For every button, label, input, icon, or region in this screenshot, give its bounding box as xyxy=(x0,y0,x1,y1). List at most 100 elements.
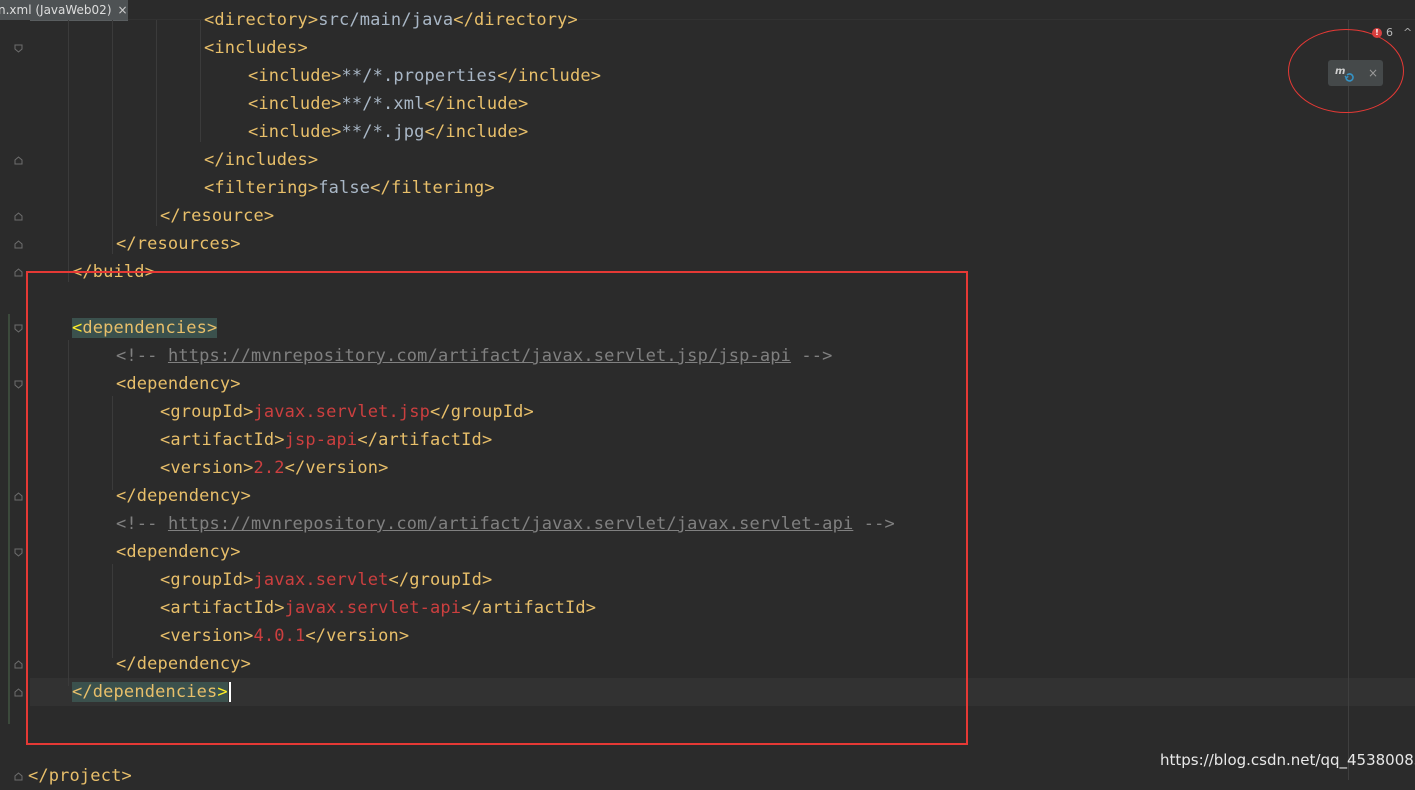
right-margin-guide xyxy=(1348,20,1349,780)
maven-load-changes-widget[interactable]: m × xyxy=(1328,60,1383,86)
xml-value: 4.0.1 xyxy=(253,626,306,646)
fold-marker-icon[interactable] xyxy=(14,44,23,53)
xml-tag: <artifactId> xyxy=(160,598,285,618)
xml-tag: </include> xyxy=(497,66,602,86)
chevron-up-icon[interactable]: ^ xyxy=(1403,26,1412,39)
xml-comment: --> xyxy=(853,514,895,534)
maven-reload-icon[interactable]: m xyxy=(1334,64,1354,82)
xml-tag: </artifactId> xyxy=(461,598,597,618)
code-line: <includes> xyxy=(204,34,308,62)
tab-title: n.xml (JavaWeb02) xyxy=(0,3,112,17)
comment-link[interactable]: https://mvnrepository.com/artifact/javax… xyxy=(168,346,791,366)
code-line: </includes> xyxy=(204,146,318,174)
xml-tag: </resource> xyxy=(160,206,275,226)
indent-guide xyxy=(112,20,113,254)
xml-tag: </includes> xyxy=(204,150,319,170)
xml-tag: </version> xyxy=(284,458,389,478)
xml-tag: </groupId> xyxy=(430,402,534,422)
code-line: <groupId>javax.servlet.jsp</groupId> xyxy=(160,398,534,426)
xml-comment: --> xyxy=(791,346,833,366)
current-line-highlight xyxy=(30,678,1415,706)
indent-guide xyxy=(200,20,201,142)
code-line: <include>**/*.jpg</include> xyxy=(248,118,528,146)
xml-tag: </build> xyxy=(72,262,156,282)
xml-text: **/*.xml xyxy=(341,94,425,114)
editor-tab-pom-xml[interactable]: n.xml (JavaWeb02) × xyxy=(0,0,128,21)
xml-tag: </include> xyxy=(424,94,529,114)
xml-comment: <!-- xyxy=(116,514,168,534)
fold-marker-icon[interactable] xyxy=(14,156,23,165)
xml-tag: <filtering> xyxy=(204,178,319,198)
xml-value: javax.servlet xyxy=(253,570,389,590)
code-line: <include>**/*.xml</include> xyxy=(248,90,528,118)
xml-text: false xyxy=(318,178,371,198)
xml-text: src/main/java xyxy=(318,10,454,30)
code-line: <artifactId>jsp-api</artifactId> xyxy=(160,426,492,454)
xml-tag: <dependency> xyxy=(116,374,241,394)
code-line: <dependency> xyxy=(116,538,241,566)
fold-marker-icon[interactable] xyxy=(14,380,23,389)
fold-marker-icon[interactable] xyxy=(14,548,23,557)
xml-text: **/*.jpg xyxy=(341,122,425,142)
text-caret xyxy=(228,682,231,702)
tab-close-icon[interactable]: × xyxy=(118,3,128,17)
xml-tag: </include> xyxy=(424,122,529,142)
indent-guide xyxy=(68,340,69,686)
indent-guide xyxy=(112,564,113,658)
fold-marker-icon[interactable] xyxy=(14,660,23,669)
indent-guide xyxy=(156,20,157,226)
xml-tag: <include> xyxy=(248,122,342,142)
matched-bracket: < xyxy=(72,318,83,338)
code-line: <!-- https://mvnrepository.com/artifact/… xyxy=(116,510,895,538)
code-line: </dependencies> xyxy=(72,678,231,706)
xml-tag: </dependency> xyxy=(116,654,252,674)
code-line: </build> xyxy=(72,258,155,286)
code-line: <version>2.2</version> xyxy=(160,454,388,482)
xml-tag: <artifactId> xyxy=(160,430,285,450)
xml-tag: </version> xyxy=(305,626,410,646)
code-line: <groupId>javax.servlet</groupId> xyxy=(160,566,492,594)
xml-tag: </artifactId> xyxy=(357,430,493,450)
xml-tag: <groupId> xyxy=(160,570,254,590)
xml-value: javax.servlet.jsp xyxy=(253,402,431,422)
xml-tag: </filtering> xyxy=(370,178,495,198)
xml-value: 2.2 xyxy=(253,458,285,478)
xml-tag: dependencies xyxy=(92,682,218,702)
comment-link[interactable]: https://mvnrepository.com/artifact/javax… xyxy=(168,514,853,534)
close-icon[interactable]: × xyxy=(1368,66,1378,80)
code-line: <version>4.0.1</version> xyxy=(160,622,409,650)
code-line: <directory>src/main/java</directory> xyxy=(204,6,578,34)
xml-tag: </project> xyxy=(28,766,132,786)
xml-tag: <include> xyxy=(248,94,342,114)
xml-text: **/*.properties xyxy=(341,66,498,86)
fold-marker-icon[interactable] xyxy=(14,240,23,249)
code-line: </dependency> xyxy=(116,650,251,678)
code-line: <dependency> xyxy=(116,370,241,398)
fold-marker-icon[interactable] xyxy=(14,688,23,697)
xml-tag: <include> xyxy=(248,66,342,86)
matched-bracket: > xyxy=(217,682,228,702)
xml-tag: </directory> xyxy=(453,10,578,30)
fold-marker-icon[interactable] xyxy=(14,492,23,501)
xml-tag: <directory> xyxy=(204,10,319,30)
xml-tag: </dependency> xyxy=(116,486,252,506)
svg-text:m: m xyxy=(1335,66,1345,77)
fold-marker-icon[interactable] xyxy=(14,324,23,333)
xml-tag: dependencies xyxy=(82,318,208,338)
xml-tag: <version> xyxy=(160,626,254,646)
indent-guide xyxy=(112,396,113,490)
xml-tag: </resources> xyxy=(116,234,241,254)
watermark: https://blog.csdn.net/qq_45380083 xyxy=(1160,751,1415,769)
fold-marker-icon[interactable] xyxy=(14,212,23,221)
code-line: </resource> xyxy=(160,202,274,230)
xml-tag: > xyxy=(207,318,218,338)
xml-tag: </groupId> xyxy=(388,570,493,590)
code-line: <filtering>false</filtering> xyxy=(204,174,495,202)
xml-tag: <groupId> xyxy=(160,402,254,422)
inspection-widget[interactable]: ! 6 ^ xyxy=(1372,26,1412,39)
indent-guide xyxy=(68,20,69,282)
code-line: <include>**/*.properties</include> xyxy=(248,62,601,90)
fold-marker-icon[interactable] xyxy=(14,268,23,277)
xml-value: javax.servlet-api xyxy=(284,598,462,618)
xml-tag: <includes> xyxy=(204,38,308,58)
